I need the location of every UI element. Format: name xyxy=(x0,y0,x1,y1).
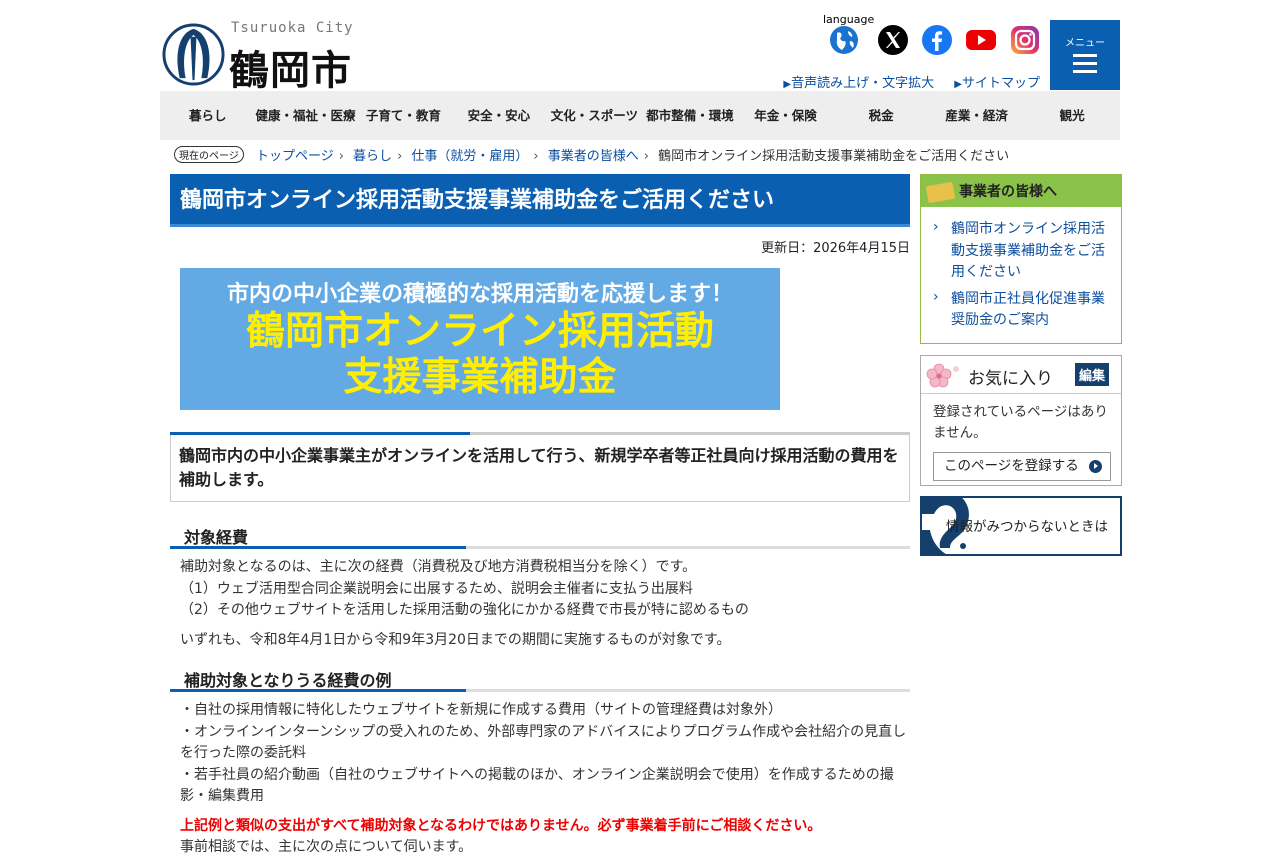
warning-text: 上記例と類似の支出がすべて補助対象となるわけではありません。必ず事業着手前にご相… xyxy=(180,817,822,834)
menu-button[interactable]: メニュー xyxy=(1050,20,1120,90)
lead-text: 鶴岡市内の中小企業事業主がオンラインを活用して行う、新規学卒者等正社員向け採用活… xyxy=(170,432,910,502)
subsidy-banner: 市内の中小企業の積極的な採用活動を応援します！ 鶴岡市オンライン採用活動 支援事… xyxy=(180,268,780,410)
cherry-blossom-icon xyxy=(926,363,959,388)
favorites-box: お気に入り 編集 登録されているページはありません。 このページを登録する xyxy=(920,355,1122,486)
breadcrumb-top[interactable]: トップページ xyxy=(256,149,334,164)
triangle-right-icon: ▶ xyxy=(954,79,962,90)
banner-line-1: 市内の中小企業の積極的な採用活動を応援します！ xyxy=(226,282,733,307)
nav-item-kurashi[interactable]: 暮らし xyxy=(160,91,256,140)
section-heading-examples: 補助対象となりうる経費の例 xyxy=(170,667,910,692)
banner-line-3: 支援事業補助金 xyxy=(343,355,617,400)
nav-item-industry[interactable]: 産業・経済 xyxy=(929,91,1025,140)
favorites-header: お気に入り 編集 xyxy=(921,356,1121,394)
section-heading-eligible-costs: 対象経費 xyxy=(170,524,910,549)
nav-item-pension[interactable]: 年金・保険 xyxy=(738,91,834,140)
sitemap-link[interactable]: ▶サイトマップ xyxy=(946,76,1040,91)
chevron-right-icon: › xyxy=(533,149,539,164)
logo-english: Tsuruoka City xyxy=(231,20,354,36)
global-nav: 暮らし 健康・福祉・医療 子育て・教育 安全・安心 文化・スポーツ 都市整備・環… xyxy=(160,91,1120,140)
nav-item-tourism[interactable]: 観光 xyxy=(1024,91,1120,140)
chevron-right-icon: › xyxy=(397,149,403,164)
breadcrumb: 現在のページ トップページ › 暮らし › 仕事（就労・雇用） › 事業者の皆様へ › … xyxy=(174,145,1009,164)
nav-item-culture[interactable]: 文化・スポーツ xyxy=(547,91,643,140)
chevron-right-icon: › xyxy=(643,149,649,164)
page-title: 鶴岡市オンライン採用活動支援事業補助金をご活用ください xyxy=(170,174,910,227)
edit-button[interactable]: 編集 xyxy=(1075,363,1110,386)
breadcrumb-kurashi[interactable]: 暮らし xyxy=(353,149,392,164)
chevron-right-icon: › xyxy=(338,149,344,164)
read-aloud-link[interactable]: ▶音声読み上げ・文字拡大 xyxy=(775,76,934,91)
facebook-icon[interactable] xyxy=(921,24,953,56)
nav-item-safety[interactable]: 安全・安心 xyxy=(451,91,547,140)
header-utility-links: ▶音声読み上げ・文字拡大 ▶サイトマップ xyxy=(767,72,1040,91)
logo-japanese: 鶴岡市 xyxy=(229,48,352,94)
arrow-circle-icon xyxy=(1089,460,1102,473)
site-logo[interactable]: Tsuruoka City 鶴岡市 xyxy=(162,20,362,94)
breadcrumb-current: 鶴岡市オンライン採用活動支援事業補助金をご活用ください xyxy=(658,149,1010,164)
breadcrumb-work[interactable]: 仕事（就労・雇用） xyxy=(411,149,528,164)
favorites-empty-message: 登録されているページはありません。 xyxy=(933,404,1108,441)
youtube-icon[interactable] xyxy=(965,24,997,56)
nav-item-childcare[interactable]: 子育て・教育 xyxy=(356,91,452,140)
consult-text: 事前相談では、主に次の点について伺います。 xyxy=(180,839,473,855)
nav-item-urban[interactable]: 都市整備・環境 xyxy=(642,91,738,140)
not-found-help-text: 情報がみつからないときは xyxy=(946,519,1108,535)
examples-text: ・自社の採用情報に特化したウェブサイトを新規に作成する費用（サイトの管理経費は対… xyxy=(180,702,907,804)
triangle-right-icon: ▶ xyxy=(783,79,792,90)
current-page-badge: 現在のページ xyxy=(174,146,244,163)
side-business-menu: 事業者の皆様へ 鶴岡市オンライン採用活動支援事業補助金をご活用ください 鶴岡市正… xyxy=(920,174,1122,344)
banner-line-2: 鶴岡市オンライン採用活動 xyxy=(245,309,714,354)
menu-label: メニュー xyxy=(1065,38,1105,49)
nav-item-health[interactable]: 健康・福祉・医療 xyxy=(256,91,356,140)
globe-icon[interactable] xyxy=(828,24,860,56)
favorites-title: お気に入り xyxy=(968,369,1053,389)
side-business-heading: 事業者の皆様へ xyxy=(921,175,1121,209)
nav-item-tax[interactable]: 税金 xyxy=(833,91,929,140)
not-found-help-link[interactable]: 情報がみつからないときは xyxy=(920,496,1122,556)
x-twitter-icon[interactable] xyxy=(877,24,909,56)
side-business-list: 鶴岡市オンライン採用活動支援事業補助金をご活用ください 鶴岡市正社員化促進事業奨… xyxy=(921,209,1121,343)
instagram-icon[interactable] xyxy=(1009,24,1041,56)
main-content: 鶴岡市オンライン採用活動支援事業補助金をご活用ください 更新日：2026年4月1… xyxy=(170,174,910,859)
hamburger-icon xyxy=(1073,54,1097,73)
breadcrumb-business[interactable]: 事業者の皆様へ xyxy=(548,149,639,164)
eligible-costs-text: 補助対象となるのは、主に次の経費（消費税及び地方消費税相当分を除く）です。 （1… xyxy=(180,559,749,618)
register-page-button[interactable]: このページを登録する xyxy=(933,452,1111,481)
side-link-regular-employee[interactable]: 鶴岡市正社員化促進事業奨励金のご案内 xyxy=(931,287,1113,332)
period-note: いずれも、令和8年4月1日から令和9年3月20日までの期間に実施するものが対象で… xyxy=(180,631,731,648)
city-emblem-icon xyxy=(162,23,225,86)
side-link-online-recruit[interactable]: 鶴岡市オンライン採用活動支援事業補助金をご活用ください xyxy=(931,217,1113,284)
card-icon xyxy=(925,181,956,204)
updated-date: 更新日：2026年4月15日 xyxy=(761,241,910,256)
